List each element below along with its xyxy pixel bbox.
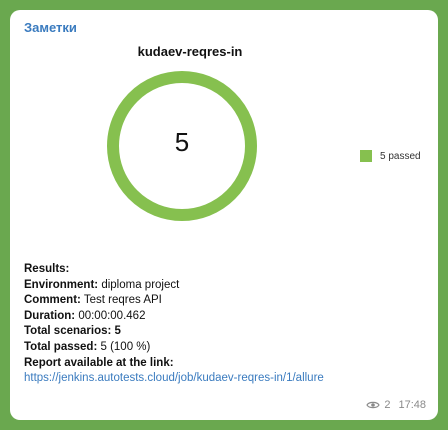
duration-value: 00:00:00.462 [78,309,146,322]
legend-label-passed: 5 passed [380,150,421,162]
message-time: 17:48 [398,399,426,411]
total-scenarios-value: 5 [114,325,121,338]
chart-legend: 5 passed [360,150,421,162]
comment-value: Test reqres API [83,294,162,307]
report-link-label: Report available at the link: [24,356,174,369]
chart-title: kudaev-reqres-in [137,44,243,59]
chart-center-value: 5 [174,127,190,157]
message-bubble: Заметки kudaev-reqres-in 5 5 passed Resu… [10,10,438,420]
duration-line: Duration: 00:00:00.462 [24,309,429,325]
comment-line: Comment: Test reqres API [24,293,429,309]
eye-icon [366,401,381,409]
message-meta: 2 17:48 [366,399,426,411]
message-text: Results: Environment: diploma project Co… [24,262,429,387]
duration-label: Duration: [24,309,76,322]
results-heading: Results: [24,263,70,275]
sender-name[interactable]: Заметки [24,20,77,35]
total-passed-line: Total passed: 5 (100 %) [24,340,429,356]
total-passed-label: Total passed: [24,340,98,353]
environment-value: diploma project [101,278,180,291]
report-link[interactable]: https://jenkins.autotests.cloud/job/kuda… [24,372,324,384]
environment-line: Environment: diploma project [24,278,429,294]
environment-label: Environment: [24,278,99,291]
comment-label: Comment: [24,294,81,307]
total-scenarios-label: Total scenarios: [24,325,112,338]
total-passed-value: 5 (100 %) [100,340,151,353]
total-scenarios-line: Total scenarios: 5 [24,324,429,340]
view-count: 2 [384,399,391,411]
legend-swatch-passed [360,150,372,162]
